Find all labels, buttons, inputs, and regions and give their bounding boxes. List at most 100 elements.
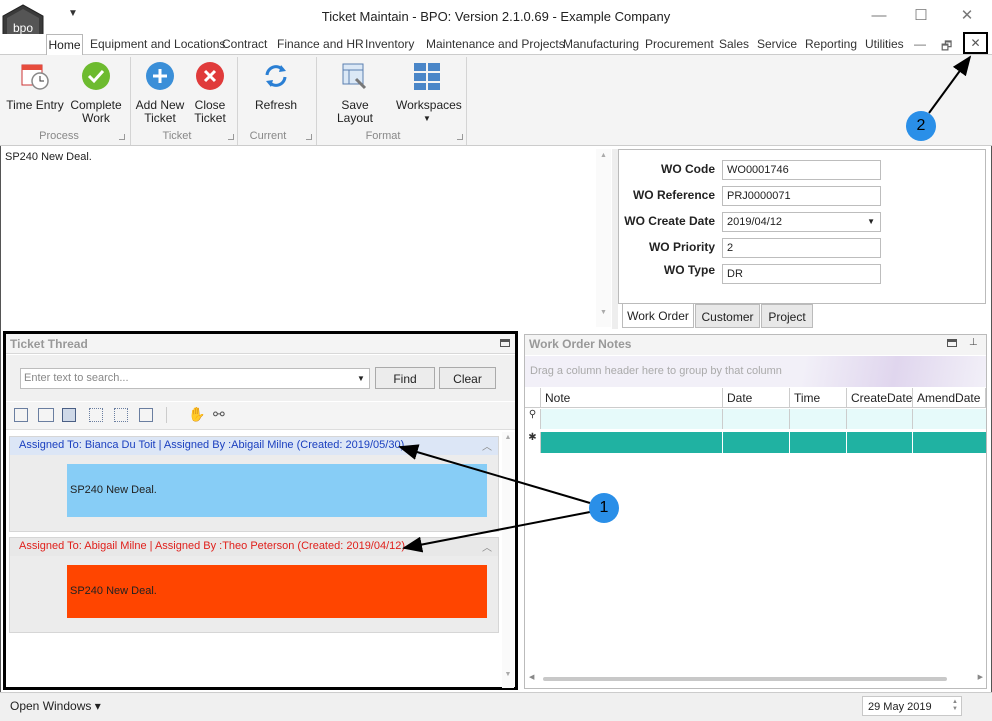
find-button[interactable]: Find (375, 367, 435, 389)
filter-row[interactable] (525, 409, 986, 429)
close-ticket-button[interactable]: Close Ticket (190, 61, 230, 125)
time-entry-button[interactable]: Time Entry (6, 61, 64, 112)
status-bar (0, 692, 992, 721)
column-header-date[interactable]: Date (723, 388, 790, 408)
status-date-field[interactable]: 29 May 2019 ▲ ▼ (862, 696, 962, 716)
refresh-button[interactable]: Refresh (252, 61, 300, 112)
menu-procurement[interactable]: Procurement (645, 37, 714, 51)
link-icon[interactable]: ⚯ (213, 406, 225, 423)
menu-manufacturing[interactable]: Manufacturing (563, 37, 639, 51)
save-layout-button[interactable]: Save Layout (322, 61, 388, 125)
menu-reporting[interactable]: Reporting (805, 37, 857, 51)
layout-grid-icon[interactable] (114, 408, 128, 422)
column-header-note[interactable]: Note (541, 388, 723, 408)
close-circle-icon (196, 62, 224, 90)
pin-icon[interactable]: ⊥ (969, 337, 978, 348)
search-dropdown-icon[interactable]: ▼ (357, 374, 365, 383)
collapse-icon[interactable]: ︿ (482, 539, 492, 554)
menu-home[interactable]: Home (46, 34, 83, 55)
scroll-down-icon[interactable]: ▼ (596, 309, 611, 316)
thread-item-header: Assigned To: Bianca Du Toit | Assigned B… (10, 437, 498, 455)
wo-type-field[interactable]: DR (722, 264, 881, 284)
group-launcher-icon[interactable] (119, 134, 125, 140)
scroll-down-icon[interactable]: ▼ (502, 671, 514, 678)
tab-project[interactable]: Project (761, 304, 813, 328)
menu-utilities[interactable]: Utilities (865, 37, 904, 51)
scroll-right-icon[interactable]: ▶ (978, 673, 983, 681)
menu-maintenance[interactable]: Maintenance and Projects (426, 37, 565, 51)
new-row[interactable] (525, 432, 986, 453)
chevron-down-icon[interactable]: ▼ (867, 217, 875, 226)
wo-code-field[interactable]: WO0001746 (722, 160, 881, 180)
description-scrollbar[interactable]: ▲ ▼ (596, 149, 611, 327)
column-header-createdate[interactable]: CreateDate (847, 388, 913, 408)
description-text: SP240 New Deal. (5, 151, 92, 163)
wo-reference-label: WO Reference (632, 188, 715, 202)
save-layout-label: Save Layout (336, 98, 374, 125)
layout-cascade-icon[interactable] (139, 408, 153, 422)
ribbon-separator (466, 57, 467, 145)
thread-scrollbar[interactable]: ▲ ▼ (502, 432, 514, 688)
wo-create-date-label: WO Create Date (624, 214, 715, 228)
close-button[interactable]: ✕ (956, 6, 978, 26)
time-entry-label: Time Entry (6, 98, 64, 112)
minimize-button[interactable]: — (868, 6, 890, 26)
layout-rows-icon[interactable] (62, 408, 76, 422)
spin-icon[interactable]: ▲ ▼ (952, 699, 958, 713)
scroll-thumb[interactable] (543, 677, 947, 681)
new-row-icon: ✱ (525, 432, 541, 453)
column-header-time[interactable]: Time (790, 388, 847, 408)
wo-priority-label: WO Priority (648, 240, 715, 254)
tab-work-order[interactable]: Work Order (622, 304, 694, 328)
work-order-notes-title: Work Order Notes (529, 337, 632, 351)
group-launcher-icon[interactable] (457, 134, 463, 140)
menu-service[interactable]: Service (757, 37, 797, 51)
tab-customer[interactable]: Customer (695, 304, 760, 328)
refresh-icon (265, 65, 287, 87)
complete-work-button[interactable]: Complete Work (68, 61, 124, 125)
wo-reference-field[interactable]: PRJ0000071 (722, 186, 881, 206)
layout-columns-icon[interactable] (38, 408, 54, 422)
group-launcher-icon[interactable] (228, 134, 234, 140)
thread-item-header-text: Assigned To: Bianca Du Toit | Assigned B… (19, 439, 405, 451)
workspaces-button[interactable]: Workspaces ▼ (396, 61, 462, 125)
ribbon: Time Entry Complete Work Add New Ticket … (0, 54, 992, 146)
menu-finance[interactable]: Finance and HR (277, 37, 364, 51)
group-label-current: Current (249, 130, 287, 142)
open-windows-button[interactable]: Open Windows ▾ (10, 699, 101, 713)
layout-small-tiles-icon[interactable] (89, 408, 103, 422)
menu-contract[interactable]: Contract (222, 37, 267, 51)
layout-single-icon[interactable] (14, 408, 28, 422)
menu-sales[interactable]: Sales (719, 37, 749, 51)
checkmark-icon (82, 62, 110, 90)
thread-item-body: SP240 New Deal. (67, 464, 487, 517)
description-editor[interactable] (2, 149, 612, 327)
menu-inventory[interactable]: Inventory (365, 37, 414, 51)
maximize-panel-icon[interactable] (947, 339, 957, 347)
refresh-label: Refresh (254, 98, 298, 112)
filter-icon: ⚲ (525, 409, 541, 429)
thread-item[interactable]: Assigned To: Abigail Milne | Assigned By… (9, 537, 499, 633)
search-input[interactable]: Enter text to search... (20, 368, 370, 389)
group-by-hint: Drag a column header here to group by th… (530, 365, 782, 377)
maximize-button[interactable]: ☐ (910, 6, 932, 26)
maximize-panel-icon[interactable] (500, 339, 510, 347)
mdi-close-button[interactable]: ✕ (963, 32, 988, 54)
group-label-process: Process (39, 130, 79, 142)
add-new-ticket-button[interactable]: Add New Ticket (134, 61, 186, 125)
thread-item[interactable]: Assigned To: Bianca Du Toit | Assigned B… (9, 436, 499, 532)
hand-icon[interactable]: ✋ (188, 406, 205, 423)
wo-type-label: WO Type (663, 263, 715, 277)
column-header-amenddate[interactable]: AmendDate (913, 388, 986, 408)
scroll-up-icon[interactable]: ▲ (502, 434, 514, 441)
wo-priority-field[interactable]: 2 (722, 238, 881, 258)
thread-item-body: SP240 New Deal. (67, 565, 487, 618)
group-launcher-icon[interactable] (306, 134, 312, 140)
scroll-left-icon[interactable]: ◀ (529, 673, 534, 681)
wo-create-date-field[interactable]: 2019/04/12 ▼ (722, 212, 881, 232)
clear-button[interactable]: Clear (439, 367, 496, 389)
collapse-icon[interactable]: ︿ (482, 438, 492, 453)
scroll-up-icon[interactable]: ▲ (596, 152, 611, 159)
menu-equipment[interactable]: Equipment and Locations (90, 37, 225, 51)
mdi-minimize-button[interactable]: — (914, 37, 926, 51)
